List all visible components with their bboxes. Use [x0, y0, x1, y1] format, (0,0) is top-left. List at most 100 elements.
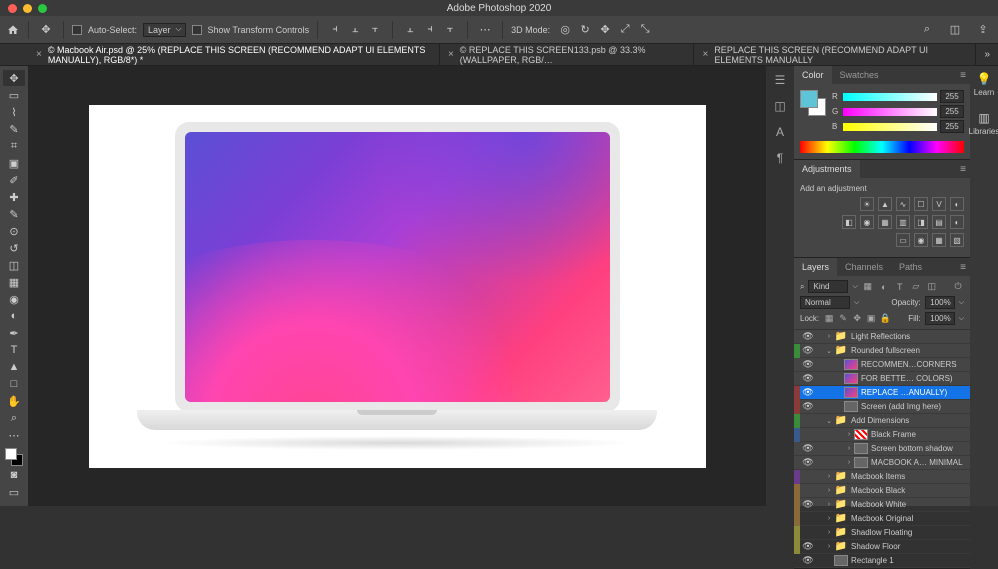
eraser-tool[interactable]: ◫: [3, 257, 25, 273]
layer-row[interactable]: 👁›MACBOOK A… MINIMAL: [794, 456, 970, 470]
brush-tool[interactable]: ✎: [3, 206, 25, 222]
bw-adj-icon[interactable]: ◧: [842, 215, 856, 229]
healing-tool[interactable]: ✚: [3, 189, 25, 205]
more-icon[interactable]: ⋯: [476, 21, 494, 39]
visibility-toggle[interactable]: 👁: [800, 401, 816, 412]
layer-row[interactable]: 👁⌄📁Rounded fullscreen: [794, 344, 970, 358]
expand-toggle[interactable]: ›: [824, 543, 834, 550]
visibility-toggle[interactable]: 👁: [800, 443, 816, 454]
rectangle-tool[interactable]: □: [3, 376, 25, 392]
paths-tab[interactable]: Paths: [891, 258, 930, 276]
layer-row[interactable]: 👁›📁Light Reflections: [794, 330, 970, 344]
foreground-background-swatch[interactable]: [5, 448, 23, 466]
tab-overflow-icon[interactable]: »: [976, 49, 998, 60]
visibility-toggle[interactable]: 👁: [800, 345, 816, 356]
document-tab[interactable]: × © Macbook Air.psd @ 25% (REPLACE THIS …: [28, 44, 440, 66]
visibility-toggle[interactable]: 👁: [800, 373, 816, 384]
3d-scale-icon[interactable]: ⤡: [636, 21, 654, 39]
libraries-panel-button[interactable]: ▥ Libraries: [969, 111, 998, 136]
layer-row[interactable]: 👁›📁Shadow Floor: [794, 540, 970, 554]
green-slider[interactable]: [843, 108, 937, 116]
frame-tool[interactable]: ▣: [3, 155, 25, 171]
threshold-icon[interactable]: ◐: [950, 215, 964, 229]
search-icon[interactable]: ⌕: [918, 21, 936, 39]
layer-row[interactable]: ›Black Frame: [794, 428, 970, 442]
dodge-tool[interactable]: ◐: [3, 308, 25, 324]
blend-mode-select[interactable]: Normal: [800, 296, 850, 309]
screen-mode-icon[interactable]: ▭: [3, 484, 25, 500]
align-bottom-icon[interactable]: ⫟: [441, 21, 459, 39]
filter-adj-icon[interactable]: ◐: [878, 281, 890, 293]
visibility-toggle[interactable]: 👁: [800, 457, 816, 468]
visibility-toggle[interactable]: 👁: [800, 359, 816, 370]
layer-row[interactable]: 👁Screen (add Img here): [794, 400, 970, 414]
filter-kind-icon[interactable]: ⌕: [800, 282, 804, 292]
marquee-tool[interactable]: ▭: [3, 87, 25, 103]
red-slider[interactable]: [843, 93, 937, 101]
adjustments-tab[interactable]: Adjustments: [794, 160, 860, 178]
close-tab-icon[interactable]: ×: [36, 49, 42, 60]
home-icon[interactable]: [6, 23, 20, 37]
visibility-toggle[interactable]: 👁: [800, 541, 816, 552]
3d-pan-icon[interactable]: ✥: [596, 21, 614, 39]
lock-artboard-icon[interactable]: ▣: [865, 313, 877, 325]
opacity-input[interactable]: 100%: [925, 296, 955, 309]
properties-panel-icon[interactable]: ◫: [772, 98, 788, 114]
layer-row[interactable]: 👁Rectangle 1: [794, 554, 970, 568]
document-tab[interactable]: × © REPLACE THIS SCREEN133.psb @ 33.3% (…: [440, 44, 695, 66]
lasso-tool[interactable]: ⌇: [3, 104, 25, 120]
close-window-button[interactable]: [8, 4, 17, 13]
align-middle-icon[interactable]: ⫞: [421, 21, 439, 39]
exposure-adj-icon[interactable]: ☐: [914, 197, 928, 211]
swatches-tab[interactable]: Swatches: [832, 66, 887, 84]
expand-toggle[interactable]: ›: [824, 487, 834, 494]
filter-toggle-icon[interactable]: ⏻: [952, 281, 964, 293]
filter-shape-icon[interactable]: ▱: [910, 281, 922, 293]
history-brush-tool[interactable]: ↺: [3, 240, 25, 256]
workspace-icon[interactable]: ◫: [946, 21, 964, 39]
canvas-area[interactable]: [28, 66, 766, 506]
minimize-window-button[interactable]: [23, 4, 32, 13]
edit-toolbar-icon[interactable]: ⋯: [3, 427, 25, 443]
color-swatch[interactable]: [800, 90, 826, 116]
filter-type-icon[interactable]: T: [894, 281, 906, 293]
filter-kind-select[interactable]: Kind: [808, 280, 848, 293]
visibility-toggle[interactable]: 👁: [800, 387, 816, 398]
layer-row[interactable]: ›📁Shadlow Floating: [794, 526, 970, 540]
invert-adj-icon[interactable]: ◨: [914, 215, 928, 229]
close-tab-icon[interactable]: ×: [702, 49, 708, 60]
move-tool[interactable]: ✥: [3, 70, 25, 86]
align-right-icon[interactable]: ⫟: [366, 21, 384, 39]
paragraph-panel-icon[interactable]: ¶: [772, 150, 788, 166]
gradient-map-icon[interactable]: ▭: [896, 233, 910, 247]
expand-toggle[interactable]: ›: [824, 333, 834, 340]
fill-input[interactable]: 100%: [925, 312, 955, 325]
expand-toggle[interactable]: ⌄: [824, 347, 834, 355]
layer-row[interactable]: 👁REPLACE …ANUALLY): [794, 386, 970, 400]
quick-select-tool[interactable]: ✎: [3, 121, 25, 137]
layer-row[interactable]: ⌄📁Add Dimensions: [794, 414, 970, 428]
hand-tool[interactable]: ✋: [3, 393, 25, 409]
panel-menu-icon[interactable]: ≡: [956, 70, 970, 81]
visibility-toggle[interactable]: 👁: [800, 331, 816, 342]
spectrum-strip[interactable]: [800, 141, 964, 153]
lock-pixels-icon[interactable]: ✎: [837, 313, 849, 325]
visibility-toggle[interactable]: 👁: [800, 499, 816, 510]
channels-tab[interactable]: Channels: [837, 258, 891, 276]
vibrance-adj-icon[interactable]: V: [932, 197, 946, 211]
pen-tool[interactable]: ✒: [3, 325, 25, 341]
adj-more-icon[interactable]: ▦: [932, 233, 946, 247]
crop-tool[interactable]: ⌗: [3, 138, 25, 154]
lock-all-icon[interactable]: 🔒: [879, 313, 891, 325]
show-transform-checkbox[interactable]: [192, 25, 202, 35]
hue-adj-icon[interactable]: ◐: [950, 197, 964, 211]
3d-roll-icon[interactable]: ↻: [576, 21, 594, 39]
filter-smart-icon[interactable]: ◫: [926, 281, 938, 293]
document-tab[interactable]: × REPLACE THIS SCREEN (RECOMMEND ADAPT U…: [694, 44, 976, 66]
expand-toggle[interactable]: ›: [824, 529, 834, 536]
red-value[interactable]: 255: [940, 90, 964, 103]
color-tab[interactable]: Color: [794, 66, 832, 84]
auto-select-checkbox[interactable]: [72, 25, 82, 35]
gradient-tool[interactable]: ▦: [3, 274, 25, 290]
panel-menu-icon[interactable]: ≡: [956, 262, 970, 273]
